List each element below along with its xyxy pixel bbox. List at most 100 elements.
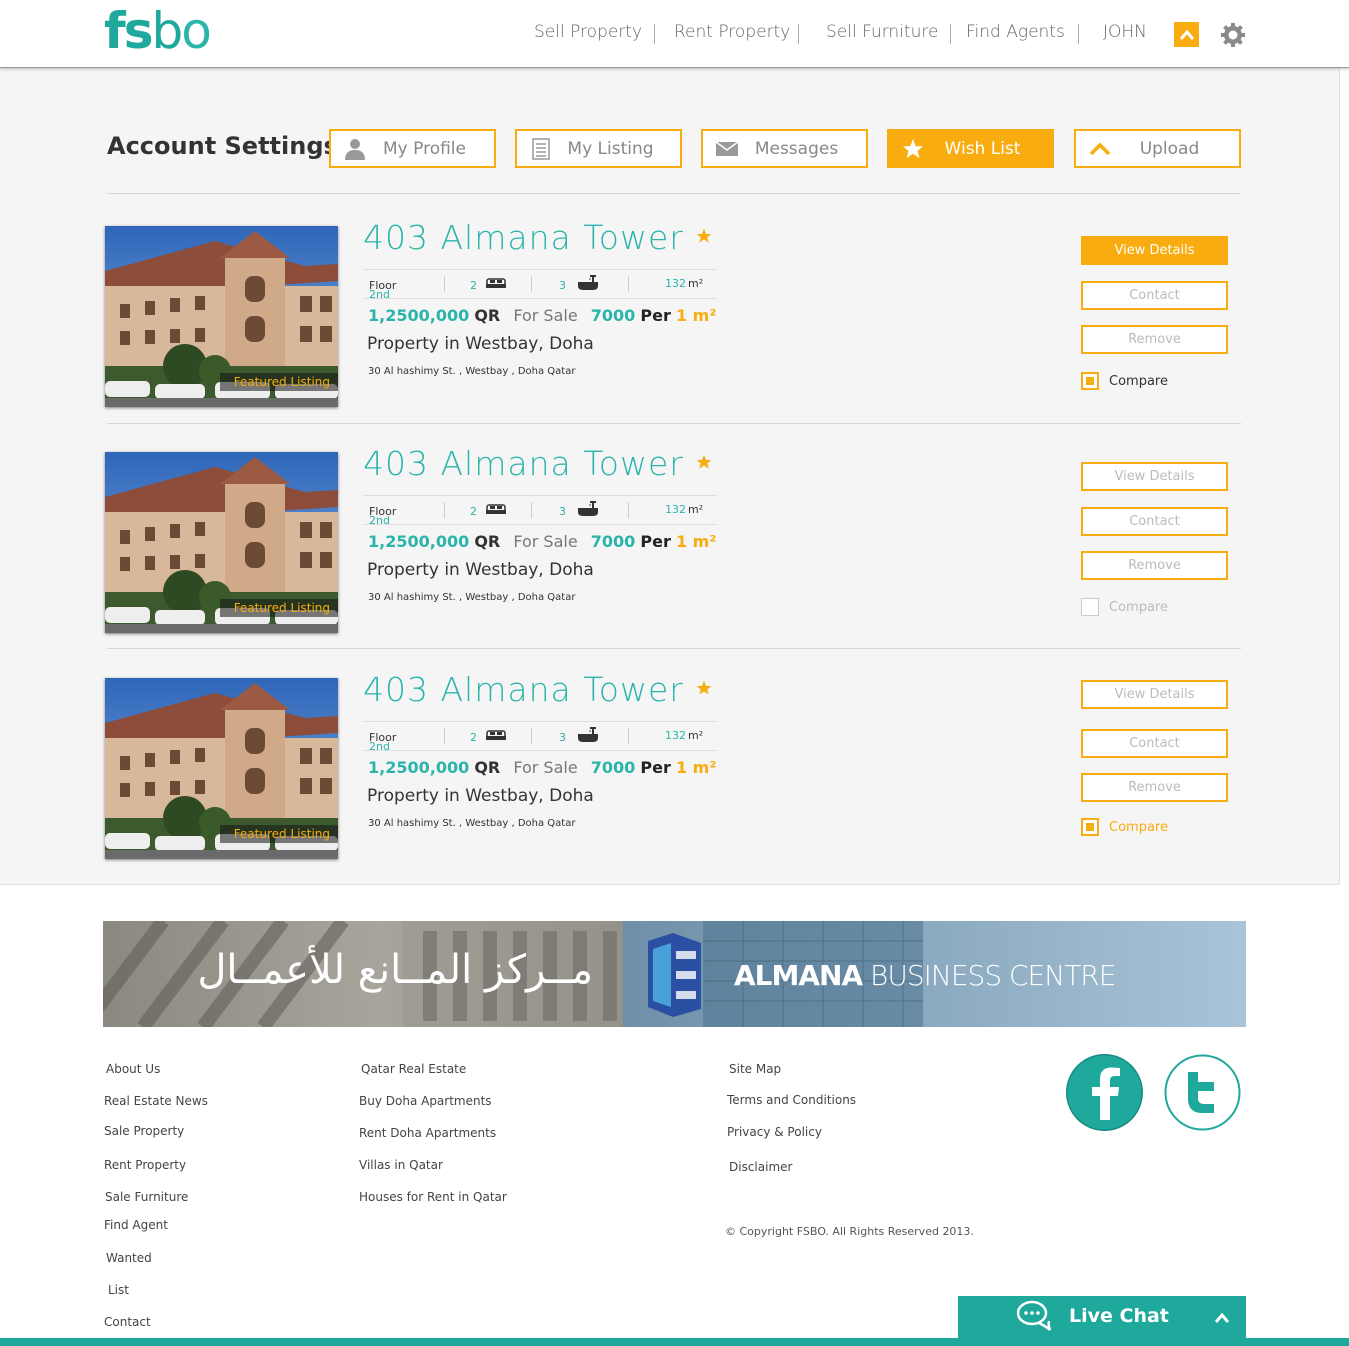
remove-button[interactable]: Remove bbox=[1081, 773, 1228, 802]
bedroom-count: 2 bbox=[470, 279, 477, 292]
gear-icon[interactable] bbox=[1220, 22, 1246, 48]
featured-badge: Featured Listing bbox=[219, 373, 338, 391]
listing-photo[interactable]: Featured Listing bbox=[105, 452, 338, 633]
footer-link[interactable]: Terms and Conditions bbox=[727, 1093, 856, 1107]
tab-wish-list[interactable]: Wish List bbox=[887, 129, 1054, 168]
footer-link[interactable]: Disclaimer bbox=[729, 1160, 792, 1174]
view-details-button[interactable]: View Details bbox=[1081, 236, 1228, 265]
bed-icon bbox=[486, 730, 506, 740]
listing-title[interactable]: 403 Almana Tower bbox=[363, 444, 684, 483]
compare-toggle[interactable]: Compare bbox=[1081, 818, 1168, 836]
twitter-icon[interactable] bbox=[1164, 1054, 1241, 1131]
nav-sell-property[interactable]: Sell Property bbox=[534, 22, 642, 42]
favorite-star-icon[interactable] bbox=[696, 228, 712, 244]
footer-link[interactable]: Villas in Qatar bbox=[359, 1158, 443, 1172]
sale-status: For Sale bbox=[513, 532, 578, 551]
footer-link[interactable]: Privacy & Policy bbox=[727, 1125, 822, 1139]
contact-button[interactable]: Contact bbox=[1081, 729, 1228, 758]
listing-title[interactable]: 403 Almana Tower bbox=[363, 218, 684, 257]
user-menu-button[interactable] bbox=[1174, 22, 1199, 47]
listing-photo[interactable]: Featured Listing bbox=[105, 226, 338, 407]
spec-divider bbox=[531, 728, 532, 744]
bathtub-icon bbox=[578, 501, 598, 516]
chat-bubbles-icon bbox=[1017, 1300, 1052, 1331]
compare-label: Compare bbox=[1109, 373, 1168, 389]
remove-button[interactable]: Remove bbox=[1081, 325, 1228, 354]
contact-button[interactable]: Contact bbox=[1081, 507, 1228, 536]
price-per-meter: 7000 bbox=[590, 758, 636, 777]
price-per-meter: 7000 bbox=[590, 306, 636, 325]
footer-link[interactable]: Sale Property bbox=[104, 1124, 184, 1138]
compare-checkbox[interactable] bbox=[1081, 818, 1099, 836]
footer-link[interactable]: Qatar Real Estate bbox=[361, 1062, 466, 1076]
footer-link[interactable]: Real Estate News bbox=[104, 1094, 208, 1108]
per-label: Per bbox=[640, 306, 671, 325]
nav-rent-property[interactable]: Rent Property bbox=[674, 22, 790, 42]
spec-divider bbox=[444, 276, 445, 292]
spec-divider bbox=[444, 728, 445, 744]
contact-button[interactable]: Contact bbox=[1081, 281, 1228, 310]
compare-toggle[interactable]: Compare bbox=[1081, 598, 1168, 616]
footer-link[interactable]: About Us bbox=[106, 1062, 160, 1076]
tab-my-profile[interactable]: My Profile bbox=[329, 129, 496, 168]
listing-title[interactable]: 403 Almana Tower bbox=[363, 670, 684, 709]
nav-user-name[interactable]: JOHN bbox=[1103, 22, 1147, 42]
per-unit: 1 m² bbox=[675, 532, 717, 551]
spec-divider bbox=[444, 502, 445, 518]
compare-checkbox[interactable] bbox=[1081, 372, 1099, 390]
floor-number: 2nd bbox=[369, 740, 390, 753]
tab-messages[interactable]: Messages bbox=[701, 129, 868, 168]
featured-badge: Featured Listing bbox=[219, 825, 338, 843]
footer-link[interactable]: Houses for Rent in Qatar bbox=[359, 1190, 507, 1204]
footer-link[interactable]: Site Map bbox=[729, 1062, 781, 1076]
nav-sell-furniture[interactable]: Sell Furniture bbox=[826, 22, 938, 42]
nav-find-agents[interactable]: Find Agents bbox=[966, 22, 1065, 42]
tab-my-listing[interactable]: My Listing bbox=[515, 129, 682, 168]
copyright-text: © Copyright FSBO. All Rights Reserved 20… bbox=[725, 1225, 974, 1238]
sale-status: For Sale bbox=[513, 306, 578, 325]
area-value: 132 bbox=[665, 277, 686, 290]
footer-link[interactable]: Wanted bbox=[106, 1251, 152, 1265]
facebook-icon[interactable] bbox=[1066, 1054, 1143, 1131]
spec-divider bbox=[628, 502, 629, 518]
tab-upload[interactable]: Upload bbox=[1074, 129, 1241, 168]
banner-arabic-text: مــركز المــانع للأعمــال bbox=[197, 947, 593, 993]
area-value: 132 bbox=[665, 503, 686, 516]
per-unit: 1 m² bbox=[675, 306, 717, 325]
compare-checkbox[interactable] bbox=[1081, 598, 1099, 616]
chevron-up-icon bbox=[1179, 29, 1194, 40]
property-address: 30 Al hashimy St. , Westbay , Doha Qatar bbox=[368, 592, 576, 603]
compare-label: Compare bbox=[1109, 599, 1168, 615]
nav-divider bbox=[1078, 24, 1079, 44]
price-per-meter: 7000 bbox=[590, 532, 636, 551]
favorite-star-icon[interactable] bbox=[696, 454, 712, 470]
spec-divider bbox=[531, 276, 532, 292]
view-details-button[interactable]: View Details bbox=[1081, 680, 1228, 709]
footer-link[interactable]: Contact bbox=[104, 1315, 151, 1329]
listing-specs: 2nd Floor 2 3 132 m² bbox=[363, 495, 717, 527]
view-details-button[interactable]: View Details bbox=[1081, 462, 1228, 491]
remove-button[interactable]: Remove bbox=[1081, 551, 1228, 580]
almana-logo-mark bbox=[648, 933, 701, 1017]
favorite-star-icon[interactable] bbox=[696, 680, 712, 696]
listing-photo[interactable]: Featured Listing bbox=[105, 678, 338, 859]
compare-toggle[interactable]: Compare bbox=[1081, 372, 1168, 390]
price-row: 1,2500,000 QR For Sale 7000 Per 1 m² bbox=[368, 306, 716, 325]
footer-link[interactable]: List bbox=[108, 1283, 129, 1297]
spec-divider bbox=[628, 276, 629, 292]
fsbo-logo[interactable]: fsbo bbox=[104, 6, 212, 56]
listing-card: Featured Listing 403 Almana Tower 2nd Fl… bbox=[0, 670, 1340, 878]
footer-link[interactable]: Rent Property bbox=[104, 1158, 186, 1172]
bed-icon bbox=[486, 504, 506, 514]
listing-specs: 2nd Floor 2 3 132 m² bbox=[363, 269, 717, 301]
bathroom-count: 3 bbox=[559, 279, 566, 292]
almana-business-centre-banner[interactable]: مــركز المــانع للأعمــال ALMANA BUSINES… bbox=[103, 921, 1246, 1027]
live-chat-button[interactable]: Live Chat bbox=[958, 1296, 1246, 1338]
footer-link[interactable]: Buy Doha Apartments bbox=[359, 1094, 492, 1108]
listing-card: Featured Listing 403 Almana Tower 2nd Fl… bbox=[0, 444, 1340, 652]
footer-link[interactable]: Rent Doha Apartments bbox=[359, 1126, 496, 1140]
footer-link[interactable]: Find Agent bbox=[104, 1218, 168, 1232]
footer-link[interactable]: Sale Furniture bbox=[105, 1190, 188, 1204]
compare-label: Compare bbox=[1109, 819, 1168, 835]
nav-divider bbox=[654, 24, 655, 44]
